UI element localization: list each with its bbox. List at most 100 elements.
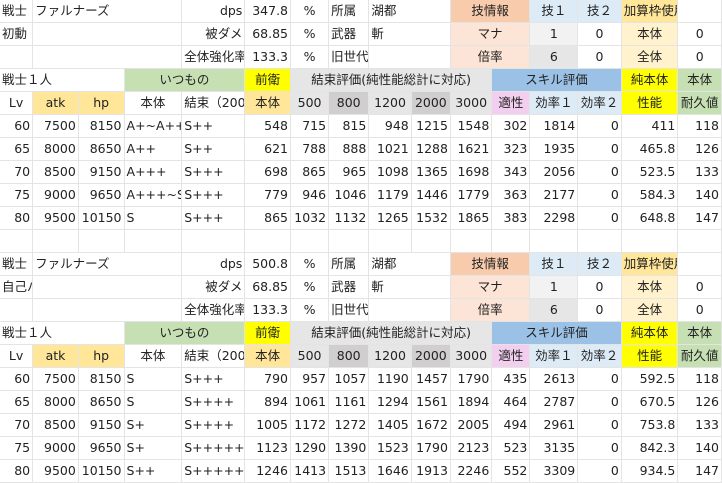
add-slot-value[interactable]: [677, 0, 722, 23]
skill2[interactable]: 0: [577, 275, 622, 299]
info-value[interactable]: 68.85: [244, 275, 292, 299]
data-cell[interactable]: 1021: [368, 137, 412, 161]
empty-cell[interactable]: [124, 229, 183, 253]
info-key[interactable]: 全体強化率: [181, 298, 246, 322]
data-cell[interactable]: 10150: [78, 206, 125, 230]
add-slot-label[interactable]: 全体: [621, 298, 679, 322]
empty-cell[interactable]: [577, 229, 622, 253]
data-cell[interactable]: 9150: [78, 160, 125, 184]
data-cell[interactable]: 1161: [328, 390, 370, 414]
skill1[interactable]: 1: [529, 22, 579, 46]
column-header[interactable]: 効率１: [529, 344, 579, 368]
skill1[interactable]: 6: [529, 45, 579, 69]
add-slot-value[interactable]: 0: [677, 45, 722, 69]
column-header[interactable]: 性能: [621, 91, 679, 115]
group-front[interactable]: 前衛: [244, 68, 292, 92]
column-header[interactable]: 結束（2000): [181, 344, 246, 368]
info-value[interactable]: 133.3: [244, 45, 292, 69]
data-cell[interactable]: S+: [124, 436, 183, 460]
info-value2[interactable]: 湖都: [368, 252, 451, 276]
group-pure[interactable]: 純本体: [621, 68, 679, 92]
data-cell[interactable]: 70: [0, 413, 34, 437]
data-cell[interactable]: S+++++: [181, 436, 246, 460]
column-header[interactable]: atk: [32, 91, 79, 115]
data-cell[interactable]: 1935: [529, 137, 579, 161]
info-label[interactable]: 戦士: [0, 0, 34, 23]
data-cell[interactable]: 9000: [32, 183, 79, 207]
data-cell[interactable]: 1046: [328, 183, 370, 207]
empty-cell[interactable]: [244, 229, 292, 253]
info-key[interactable]: dps: [181, 0, 246, 23]
column-header[interactable]: 500: [290, 91, 330, 115]
empty-cell[interactable]: [529, 229, 579, 253]
data-cell[interactable]: S++++: [181, 390, 246, 414]
data-cell[interactable]: 779: [244, 183, 292, 207]
column-header[interactable]: 効率２: [577, 344, 622, 368]
info-value[interactable]: 347.8: [244, 0, 292, 23]
info-key2[interactable]: 旧世代: [328, 45, 370, 69]
data-cell[interactable]: 1288: [411, 137, 451, 161]
data-cell[interactable]: 584.3: [621, 183, 679, 207]
column-header[interactable]: 結束（2000): [181, 91, 246, 115]
group-front[interactable]: 前衛: [244, 321, 292, 345]
data-cell[interactable]: 1123: [244, 436, 292, 460]
data-cell[interactable]: 75: [0, 436, 34, 460]
data-cell[interactable]: 126: [677, 390, 722, 414]
data-cell[interactable]: 1457: [411, 367, 451, 391]
data-cell[interactable]: 1290: [290, 436, 330, 460]
info-value2[interactable]: 斬: [368, 275, 451, 299]
data-cell[interactable]: 1132: [328, 206, 370, 230]
group-skill[interactable]: スキル評価: [491, 321, 622, 345]
data-cell[interactable]: 552: [491, 459, 531, 483]
data-cell[interactable]: 1894: [450, 390, 493, 414]
info-value2[interactable]: [368, 45, 451, 69]
data-cell[interactable]: 60: [0, 114, 34, 138]
info-unit[interactable]: %: [290, 0, 330, 23]
info-key2[interactable]: 旧世代: [328, 298, 370, 322]
skill2[interactable]: 0: [577, 298, 622, 322]
data-cell[interactable]: 957: [290, 367, 330, 391]
data-cell[interactable]: 815: [328, 114, 370, 138]
group-body[interactable]: 本体: [677, 321, 722, 345]
skill1[interactable]: 6: [529, 298, 579, 322]
info-key[interactable]: 被ダメ: [181, 275, 246, 299]
group-bond[interactable]: 結束評価(純性能総計に対応): [290, 68, 493, 92]
data-cell[interactable]: 1698: [450, 160, 493, 184]
data-cell[interactable]: 1265: [368, 206, 412, 230]
data-cell[interactable]: 133: [677, 160, 722, 184]
data-cell[interactable]: 1446: [411, 183, 451, 207]
data-cell[interactable]: 133: [677, 413, 722, 437]
skill1[interactable]: 1: [529, 275, 579, 299]
data-cell[interactable]: 1548: [450, 114, 493, 138]
data-cell[interactable]: 648.8: [621, 206, 679, 230]
data-cell[interactable]: 1179: [368, 183, 412, 207]
data-cell[interactable]: 523: [491, 436, 531, 460]
data-cell[interactable]: 1790: [450, 367, 493, 391]
data-cell[interactable]: 80: [0, 459, 34, 483]
empty-cell[interactable]: [368, 229, 412, 253]
data-cell[interactable]: 0: [577, 160, 622, 184]
data-cell[interactable]: 1865: [450, 206, 493, 230]
data-cell[interactable]: 7500: [32, 367, 79, 391]
data-cell[interactable]: 80: [0, 206, 34, 230]
data-cell[interactable]: 894: [244, 390, 292, 414]
data-cell[interactable]: 2246: [450, 459, 493, 483]
data-cell[interactable]: S++: [124, 459, 183, 483]
add-slot-label[interactable]: 本体: [621, 22, 679, 46]
skill2[interactable]: 0: [577, 45, 622, 69]
data-cell[interactable]: 934.5: [621, 459, 679, 483]
data-cell[interactable]: 464: [491, 390, 531, 414]
data-cell[interactable]: S++++: [181, 413, 246, 437]
data-cell[interactable]: 8650: [78, 390, 125, 414]
info-key2[interactable]: 武器: [328, 22, 370, 46]
data-cell[interactable]: 1646: [368, 459, 412, 483]
skill-info-label[interactable]: 技情報: [450, 0, 531, 23]
data-cell[interactable]: 1032: [290, 206, 330, 230]
data-cell[interactable]: 715: [290, 114, 330, 138]
info-value[interactable]: 500.8: [244, 252, 292, 276]
data-cell[interactable]: 9500: [32, 206, 79, 230]
data-cell[interactable]: S+++: [181, 183, 246, 207]
skill-info-label[interactable]: 倍率: [450, 298, 531, 322]
data-cell[interactable]: S+: [124, 413, 183, 437]
data-cell[interactable]: 0: [577, 413, 622, 437]
